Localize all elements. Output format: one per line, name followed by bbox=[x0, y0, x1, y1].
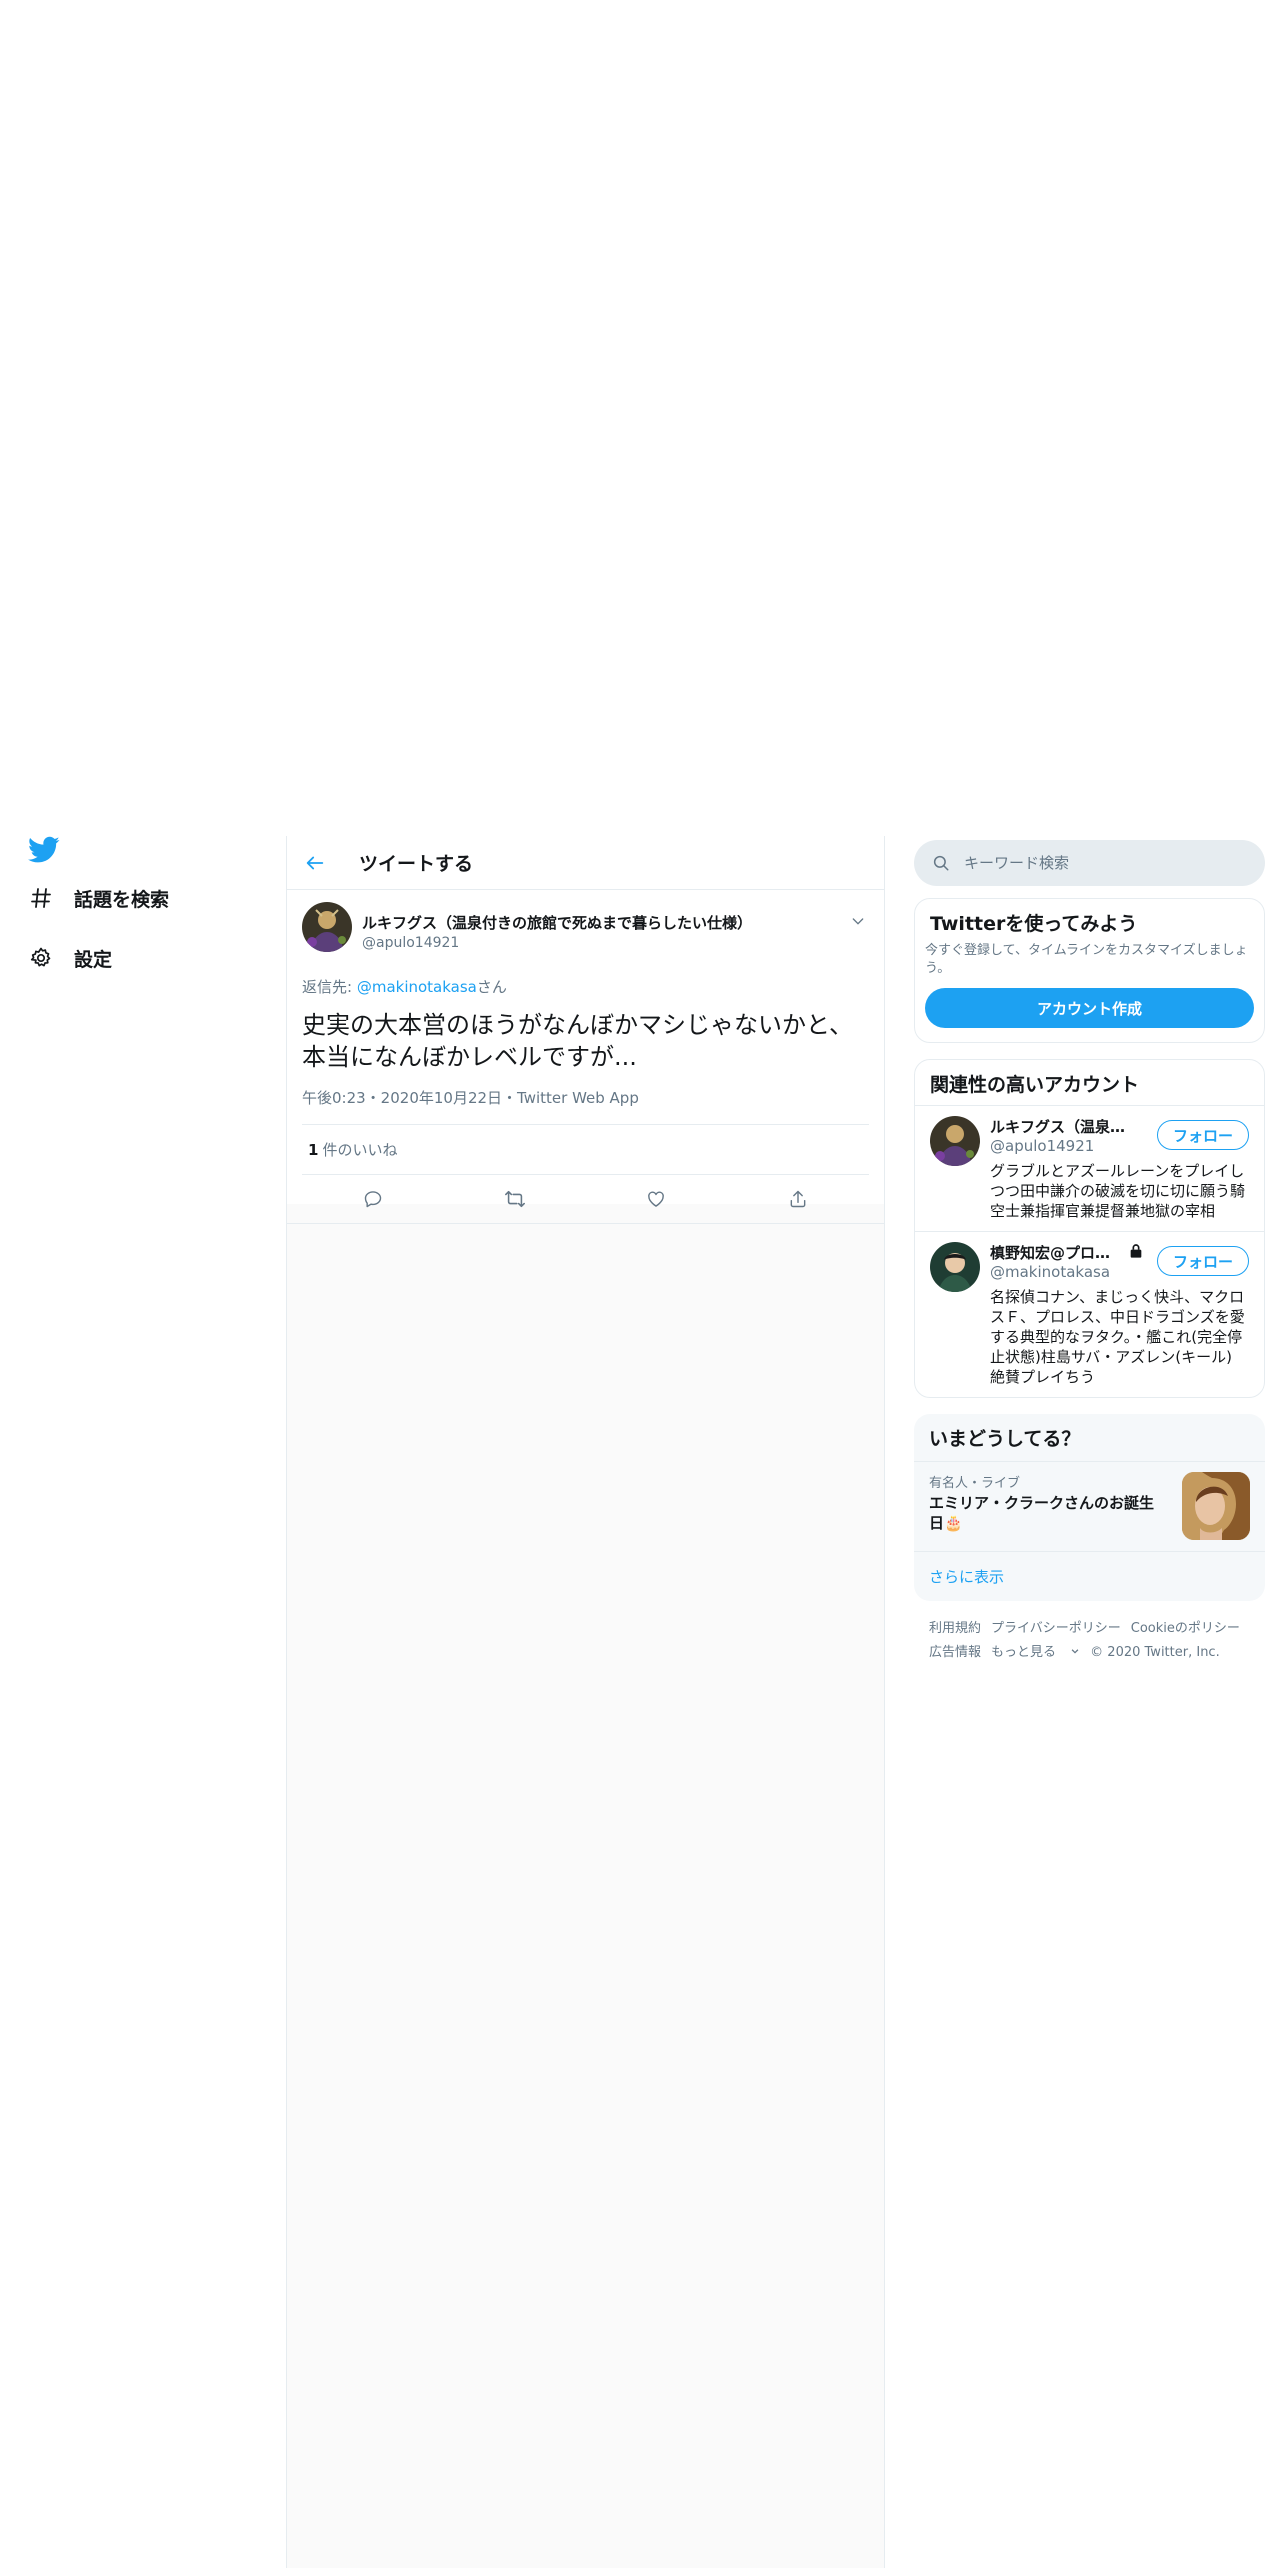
tweet-actions bbox=[302, 1175, 869, 1223]
avatar[interactable] bbox=[930, 1116, 980, 1166]
main-empty-area bbox=[287, 1204, 884, 2568]
trends-title: いまどうしてる？ bbox=[929, 1428, 1081, 1450]
trends-card: いまどうしてる？ 有名人・ライブ エミリア・クラークさんのお誕生日🎂 さらに表示 bbox=[914, 1414, 1265, 1601]
reply-suffix: さん bbox=[476, 978, 507, 996]
signup-card: Twitterを使ってみよう 今すぐ登録して、タイムラインをカスタマイズしましょ… bbox=[914, 898, 1265, 1043]
trend-text: 有名人・ライブ エミリア・クラークさんのお誕生日🎂 bbox=[929, 1472, 1159, 1541]
nav-item-explore[interactable]: 話題を検索 bbox=[28, 878, 169, 918]
tweet: ルキフグス（温泉付きの旅館で死ぬまで暮らしたい仕様） @apulo14921 返… bbox=[287, 890, 884, 1224]
likes-count: 1 bbox=[308, 1140, 319, 1159]
signup-description: 今すぐ登録して、タイムラインをカスタマイズしましょう。 bbox=[925, 943, 1248, 976]
like-button[interactable] bbox=[638, 1181, 674, 1217]
hashtag-icon bbox=[28, 885, 54, 911]
footer-more-label: もっと見る bbox=[991, 1645, 1057, 1660]
lock-icon bbox=[1128, 1243, 1144, 1263]
back-arrow-icon bbox=[306, 856, 324, 869]
tweet-text-line-1: 史実の大本営のほうがなんぼかマシじゃないかと、 bbox=[302, 1011, 854, 1039]
reply-icon bbox=[364, 1191, 382, 1208]
reply-context: 返信先: @makinotakasaさん bbox=[302, 976, 869, 997]
create-account-button[interactable]: アカウント作成 bbox=[925, 988, 1254, 1028]
avatar[interactable] bbox=[302, 902, 352, 952]
account-item[interactable]: ルキフグス（温泉付... @apulo14921 グラブルとアズールレーンをプレ… bbox=[915, 1105, 1264, 1231]
avatar[interactable] bbox=[930, 1242, 980, 1292]
who-to-follow-card: 関連性の高いアカウント ルキフグス（温泉付... @apulo14921 グラブ… bbox=[914, 1059, 1265, 1398]
main-header: ツイートする bbox=[287, 836, 884, 890]
share-icon bbox=[790, 1190, 806, 1208]
follow-button[interactable]: フォロー bbox=[1157, 1246, 1249, 1276]
account-item[interactable]: 槙野知宏@プロレ... @makinotakasa 名探偵コナン、まじっく快斗、… bbox=[915, 1231, 1264, 1397]
likes-label: 件のいいね bbox=[322, 1141, 398, 1159]
right-sidebar: Twitterを使ってみよう 今すぐ登録して、タイムラインをカスタマイズしましょ… bbox=[914, 840, 1265, 1665]
heart-icon bbox=[648, 1191, 665, 1207]
footer-cookie-link[interactable]: Cookieのポリシー bbox=[1131, 1621, 1240, 1636]
who-to-follow-title: 関連性の高いアカウント bbox=[930, 1074, 1140, 1096]
nav-item-settings-label: 設定 bbox=[74, 948, 113, 971]
account-name[interactable]: ルキフグス（温泉付... bbox=[990, 1116, 1140, 1137]
search-input[interactable] bbox=[964, 854, 1224, 872]
reply-prefix: 返信先: bbox=[302, 978, 357, 996]
likes-count-link[interactable]: 1 件のいいね bbox=[302, 1125, 869, 1175]
tweet-text-line-2: 本当になんぼかレベルですが... bbox=[302, 1043, 637, 1071]
show-more-link[interactable]: さらに表示 bbox=[914, 1551, 1265, 1601]
follow-button[interactable]: フォロー bbox=[1157, 1120, 1249, 1150]
display-name[interactable]: ルキフグス（温泉付きの旅館で死ぬまで暮らしたい仕様） bbox=[362, 912, 752, 933]
chevron-down-icon bbox=[852, 918, 864, 925]
page-title: ツイートする bbox=[359, 853, 474, 875]
tweet-menu-button[interactable] bbox=[847, 910, 869, 932]
main-column: ツイートする ルキフグス（温泉付きの旅館で死ぬまで暮らしたい仕様） @apulo… bbox=[287, 836, 884, 1224]
signup-title: Twitterを使ってみよう bbox=[930, 913, 1138, 935]
nav-item-settings[interactable]: 設定 bbox=[28, 938, 112, 978]
twitter-bird-icon[interactable] bbox=[28, 836, 62, 866]
back-button[interactable] bbox=[295, 843, 335, 883]
footer-ads-link[interactable]: 広告情報 bbox=[929, 1645, 981, 1660]
footer-privacy-link[interactable]: プライバシーポリシー bbox=[991, 1621, 1121, 1636]
reply-mention-link[interactable]: @makinotakasa bbox=[357, 978, 477, 996]
reply-button[interactable] bbox=[355, 1181, 391, 1217]
trend-category: 有名人・ライブ bbox=[929, 1476, 1021, 1491]
tweet-author: ルキフグス（温泉付きの旅館で死ぬまで暮らしたい仕様） @apulo14921 bbox=[362, 902, 752, 958]
tweet-timestamp[interactable]: 午後0:23・2020年10月22日・Twitter Web App bbox=[302, 1087, 869, 1125]
nav-item-explore-label: 話題を検索 bbox=[74, 888, 170, 911]
gear-icon bbox=[28, 945, 54, 971]
trend-title: エミリア・クラークさんのお誕生日🎂 bbox=[929, 1494, 1155, 1532]
handle[interactable]: @apulo14921 bbox=[362, 935, 752, 951]
search-box[interactable] bbox=[914, 840, 1265, 886]
retweet-icon bbox=[504, 1190, 525, 1208]
right-divider bbox=[884, 836, 885, 2568]
account-name[interactable]: 槙野知宏@プロレ... bbox=[990, 1242, 1122, 1263]
copyright: © 2020 Twitter, Inc. bbox=[1090, 1645, 1220, 1660]
search-icon bbox=[933, 855, 949, 871]
tweet-text: 史実の大本営のほうがなんぼかマシじゃないかと、 本当になんぼかレベルですが... bbox=[302, 1009, 869, 1073]
trend-item[interactable]: 有名人・ライブ エミリア・クラークさんのお誕生日🎂 bbox=[914, 1461, 1265, 1551]
footer-more-link[interactable]: もっと見る bbox=[991, 1645, 1080, 1660]
share-button[interactable] bbox=[780, 1181, 816, 1217]
footer: 利用規約 プライバシーポリシー Cookieのポリシー 広告情報 もっと見る © 20… bbox=[914, 1617, 1265, 1665]
chevron-down-icon bbox=[1071, 1649, 1079, 1654]
account-bio: グラブルとアズールレーンをプレイしつつ田中謙介の破滅を切に切に願う騎空士兼指揮官… bbox=[990, 1162, 1246, 1220]
trend-thumbnail bbox=[1182, 1472, 1250, 1540]
account-bio: 名探偵コナン、まじっく快斗、マクロスＦ、プロレス、中日ドラゴンズを愛する典型的な… bbox=[990, 1288, 1245, 1386]
tweet-header: ルキフグス（温泉付きの旅館で死ぬまで暮らしたい仕様） @apulo14921 bbox=[302, 902, 869, 958]
footer-terms-link[interactable]: 利用規約 bbox=[929, 1621, 981, 1636]
tweet-divider bbox=[287, 1223, 884, 1224]
retweet-button[interactable] bbox=[497, 1181, 533, 1217]
